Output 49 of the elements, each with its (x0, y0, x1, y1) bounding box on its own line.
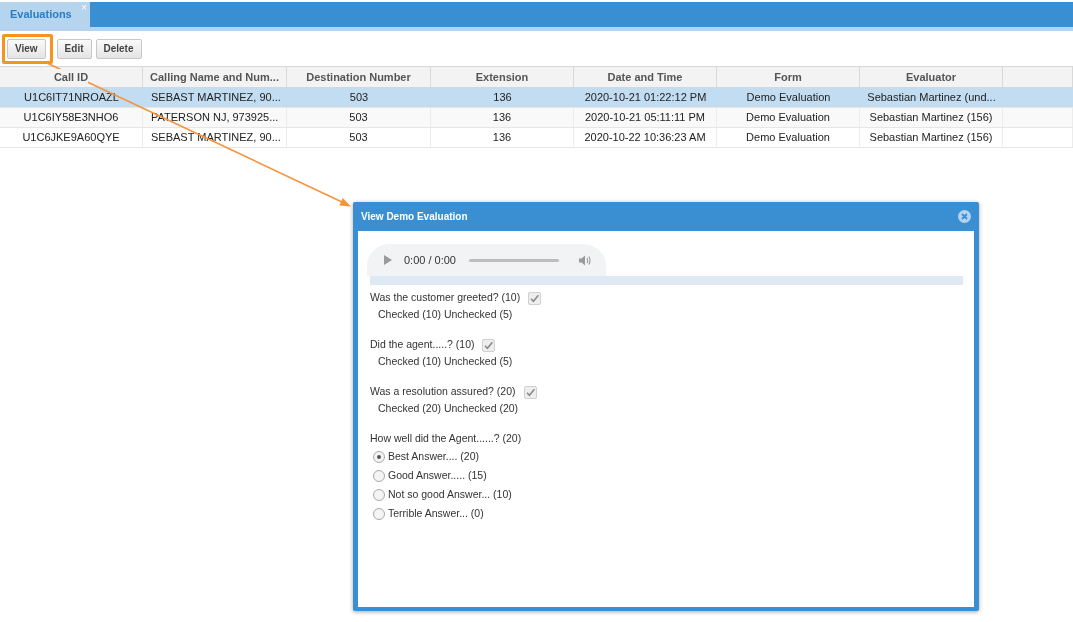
play-icon[interactable] (384, 255, 392, 265)
volume-icon[interactable] (579, 254, 591, 266)
table-cell: 503 (287, 108, 431, 127)
table-cell: 136 (431, 108, 574, 127)
dialog-title: View Demo Evaluation (361, 210, 468, 224)
table-cell: Demo Evaluation (717, 128, 860, 147)
radio-option-label[interactable]: Good Answer..... (15) (388, 467, 487, 484)
table-cell: U1C6IY58E3NHO6 (0, 108, 143, 127)
radio-option-label[interactable]: Not so good Answer... (10) (388, 486, 512, 503)
radio-icon[interactable] (373, 469, 385, 482)
table-cell: 2020-10-22 10:36:23 AM (574, 128, 717, 147)
radio-selected-icon[interactable] (373, 450, 385, 463)
column-header[interactable]: Evaluator (860, 67, 1003, 87)
audio-time: 0:00 / 0:00 (404, 252, 456, 268)
toolbar-button[interactable]: Edit (56, 38, 92, 59)
table-cell-text: U1C6IT71NROAZL (23, 90, 120, 106)
table-cell: 136 (431, 128, 574, 147)
table-cell-text: 2020-10-21 01:22:12 PM (583, 90, 708, 106)
radio-icon[interactable] (373, 507, 385, 520)
table-cell: 2020-10-21 05:11:11 PM (574, 108, 717, 127)
question-label: Did the agent.....? (10) (370, 337, 475, 353)
column-header[interactable]: Call ID (0, 67, 143, 87)
view-button[interactable]: View (7, 38, 46, 59)
score-hint: Checked (10) Unchecked (5) (378, 354, 513, 370)
table-cell-text: 136 (492, 90, 513, 106)
table-cell: Demo Evaluation (717, 108, 860, 127)
table-cell-text: SEBAST MARTINEZ, 90... (150, 90, 282, 106)
table-cell-text: 503 (348, 90, 370, 106)
column-header[interactable]: Date and Time (574, 67, 717, 87)
score-hint: Checked (20) Unchecked (20) (378, 401, 519, 417)
radio-icon[interactable] (373, 488, 385, 501)
radio-option-label[interactable]: Best Answer.... (20) (388, 448, 480, 465)
column-header[interactable]: Form (717, 67, 860, 87)
score-hint: Checked (10) Unchecked (5) (378, 307, 513, 323)
table-row[interactable]: U1C6IT71NROAZL SEBAST MARTINEZ, 90... 503 136 2020-10-21 01:22:12 PM Demo Evaluation Sebastian Martinez (und... (0, 88, 1073, 108)
table-cell: Sebastian Martinez (156) (860, 128, 1003, 147)
table-cell: Sebastian Martinez (156) (860, 108, 1003, 127)
table-cell: 503 (287, 128, 431, 147)
table-cell-text: Demo Evaluation (745, 90, 832, 106)
audio-seek-track[interactable] (469, 258, 559, 262)
toolbar-button[interactable]: Delete (95, 38, 142, 59)
radio-option-label[interactable]: Terrible Answer... (0) (388, 505, 484, 522)
question-label: How well did the Agent......? (20) (370, 430, 522, 446)
close-icon[interactable] (958, 210, 971, 223)
question-label: Was a resolution assured? (20) (370, 384, 516, 400)
question-label: Was the customer greeted? (10) (370, 290, 521, 306)
table-cell-text: Sebastian Martinez (und... (866, 90, 997, 106)
column-header[interactable]: Extension (431, 67, 574, 87)
table-cell: U1C6JKE9A60QYE (0, 128, 143, 147)
